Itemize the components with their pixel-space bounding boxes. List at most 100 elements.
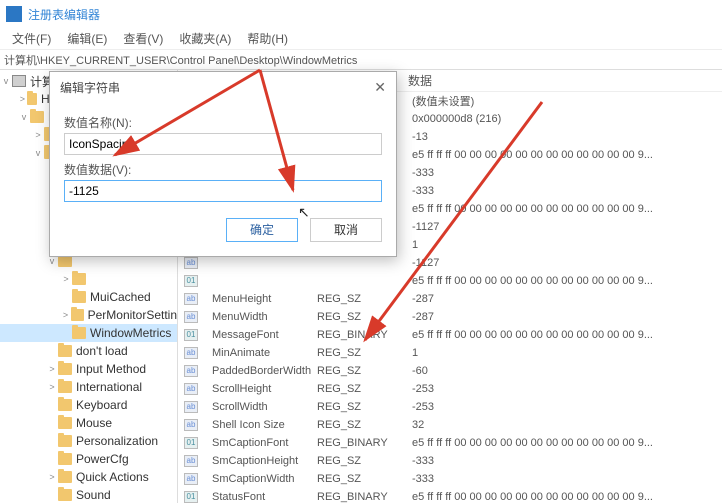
cell-data: -253 — [412, 383, 722, 395]
menu-bar: 文件(F) 编辑(E) 查看(V) 收藏夹(A) 帮助(H) — [0, 28, 722, 50]
chevron-icon[interactable]: v — [32, 148, 44, 158]
tree-item[interactable]: > — [0, 270, 177, 288]
cell-type: REG_SZ — [317, 473, 412, 485]
tree-item[interactable]: > PerMonitorSettin — [0, 306, 177, 324]
tree-item[interactable]: don't load — [0, 342, 177, 360]
chevron-icon[interactable]: > — [46, 382, 58, 392]
tree-item[interactable]: PowerCfg — [0, 450, 177, 468]
menu-file[interactable]: 文件(F) — [4, 30, 59, 47]
list-row[interactable]: 01StatusFontREG_BINARYe5 ff ff ff 00 00 … — [178, 488, 722, 503]
list-row[interactable]: abMinAnimateREG_SZ1 — [178, 344, 722, 362]
folder-icon — [58, 363, 72, 375]
folder-icon — [58, 471, 72, 483]
tree-item-label: Quick Actions — [76, 470, 149, 484]
app-icon — [6, 6, 22, 22]
string-value-icon: ab — [184, 365, 198, 377]
cancel-button[interactable]: 取消 — [310, 218, 382, 242]
cell-data: -333 — [412, 167, 722, 179]
tree-item-label: Keyboard — [76, 398, 127, 412]
list-row[interactable]: abSmCaptionHeightREG_SZ-333 — [178, 452, 722, 470]
cell-type: REG_SZ — [317, 383, 412, 395]
list-row[interactable]: abScrollHeightREG_SZ-253 — [178, 380, 722, 398]
chevron-icon[interactable]: > — [46, 364, 58, 374]
list-row[interactable]: abSmCaptionWidthREG_SZ-333 — [178, 470, 722, 488]
cell-name: SmCaptionHeight — [202, 455, 317, 467]
tree-item[interactable]: > Input Method — [0, 360, 177, 378]
chevron-icon[interactable]: v — [18, 112, 30, 122]
value-data-label: 数值数据(V): — [64, 161, 382, 178]
cell-name: ScrollWidth — [202, 401, 317, 413]
cell-name: SmCaptionWidth — [202, 473, 317, 485]
chevron-icon[interactable]: > — [46, 472, 58, 482]
list-row[interactable]: 01MessageFontREG_BINARYe5 ff ff ff 00 00… — [178, 326, 722, 344]
cell-data: e5 ff ff ff 00 00 00 00 00 00 00 00 00 0… — [412, 149, 722, 161]
menu-help[interactable]: 帮助(H) — [239, 30, 296, 47]
cell-data: -253 — [412, 401, 722, 413]
dialog-title-bar[interactable]: 编辑字符串 ✕ — [50, 72, 396, 102]
list-row[interactable]: abMenuHeightREG_SZ-287 — [178, 290, 722, 308]
string-value-icon: ab — [184, 311, 198, 323]
binary-value-icon: 01 — [184, 491, 198, 503]
cell-name: MinAnimate — [202, 347, 317, 359]
menu-edit[interactable]: 编辑(E) — [59, 30, 115, 47]
menu-favorites[interactable]: 收藏夹(A) — [171, 30, 239, 47]
list-row[interactable]: 01e5 ff ff ff 00 00 00 00 00 00 00 00 00… — [178, 272, 722, 290]
list-row[interactable]: 01SmCaptionFontREG_BINARYe5 ff ff ff 00 … — [178, 434, 722, 452]
chevron-icon[interactable]: > — [32, 130, 44, 140]
chevron-icon[interactable]: > — [60, 310, 71, 320]
chevron-icon[interactable]: v — [46, 256, 58, 266]
cell-data: -287 — [412, 311, 722, 323]
close-icon[interactable]: ✕ — [374, 79, 386, 96]
window-title: 注册表编辑器 — [28, 6, 100, 23]
cell-type: REG_BINARY — [317, 437, 412, 449]
folder-icon — [58, 453, 72, 465]
tree-item[interactable]: Keyboard — [0, 396, 177, 414]
string-value-icon: ab — [184, 419, 198, 431]
tree-item[interactable]: Mouse — [0, 414, 177, 432]
tree-item-label: PerMonitorSettin — [88, 308, 177, 322]
list-row[interactable]: abPaddedBorderWidthREG_SZ-60 — [178, 362, 722, 380]
tree-item[interactable]: > International — [0, 378, 177, 396]
cell-data: e5 ff ff ff 00 00 00 00 00 00 00 00 00 0… — [412, 275, 722, 287]
cell-type: REG_SZ — [317, 455, 412, 467]
binary-value-icon: 01 — [184, 329, 198, 341]
string-value-icon: ab — [184, 293, 198, 305]
cell-type: REG_SZ — [317, 311, 412, 323]
list-row[interactable]: abMenuWidthREG_SZ-287 — [178, 308, 722, 326]
address-path: 计算机\HKEY_CURRENT_USER\Control Panel\Desk… — [4, 52, 357, 68]
value-name-input[interactable] — [64, 133, 382, 155]
tree-item-label: Input Method — [76, 362, 146, 376]
cell-type: REG_SZ — [317, 401, 412, 413]
cell-name: Shell Icon Size — [202, 419, 317, 431]
folder-icon — [58, 399, 72, 411]
cell-data: 1 — [412, 239, 722, 251]
address-bar[interactable]: 计算机\HKEY_CURRENT_USER\Control Panel\Desk… — [0, 50, 722, 70]
cell-data: 1 — [412, 347, 722, 359]
ok-button[interactable]: 确定 — [226, 218, 298, 242]
menu-view[interactable]: 查看(V) — [115, 30, 171, 47]
string-value-icon: ab — [184, 347, 198, 359]
edit-string-dialog: 编辑字符串 ✕ 数值名称(N): 数值数据(V): 确定 取消 — [49, 71, 397, 257]
cell-data: -333 — [412, 185, 722, 197]
tree-item[interactable]: Sound — [0, 486, 177, 503]
dialog-title: 编辑字符串 — [60, 79, 120, 96]
list-row[interactable]: ab ScrollWidthREG_SZ-253 — [178, 398, 722, 416]
tree-item[interactable]: Personalization — [0, 432, 177, 450]
string-value-icon: ab — [184, 401, 198, 413]
cell-type: REG_SZ — [317, 293, 412, 305]
cell-data: e5 ff ff ff 00 00 00 00 00 00 00 00 00 0… — [412, 491, 722, 503]
folder-icon — [58, 417, 72, 429]
computer-icon — [12, 75, 26, 87]
tree-item[interactable]: > Quick Actions — [0, 468, 177, 486]
chevron-icon[interactable]: > — [18, 94, 27, 104]
col-header-data[interactable]: 数据 — [408, 72, 722, 89]
chevron-icon[interactable]: > — [60, 274, 72, 284]
folder-icon — [27, 93, 37, 105]
tree-item[interactable]: WindowMetrics — [0, 324, 177, 342]
folder-icon — [72, 291, 86, 303]
folder-icon — [71, 309, 84, 321]
list-row[interactable]: abShell Icon SizeREG_SZ32 — [178, 416, 722, 434]
tree-item[interactable]: MuiCached — [0, 288, 177, 306]
tree-item-label: International — [76, 380, 142, 394]
value-data-input[interactable] — [64, 180, 382, 202]
